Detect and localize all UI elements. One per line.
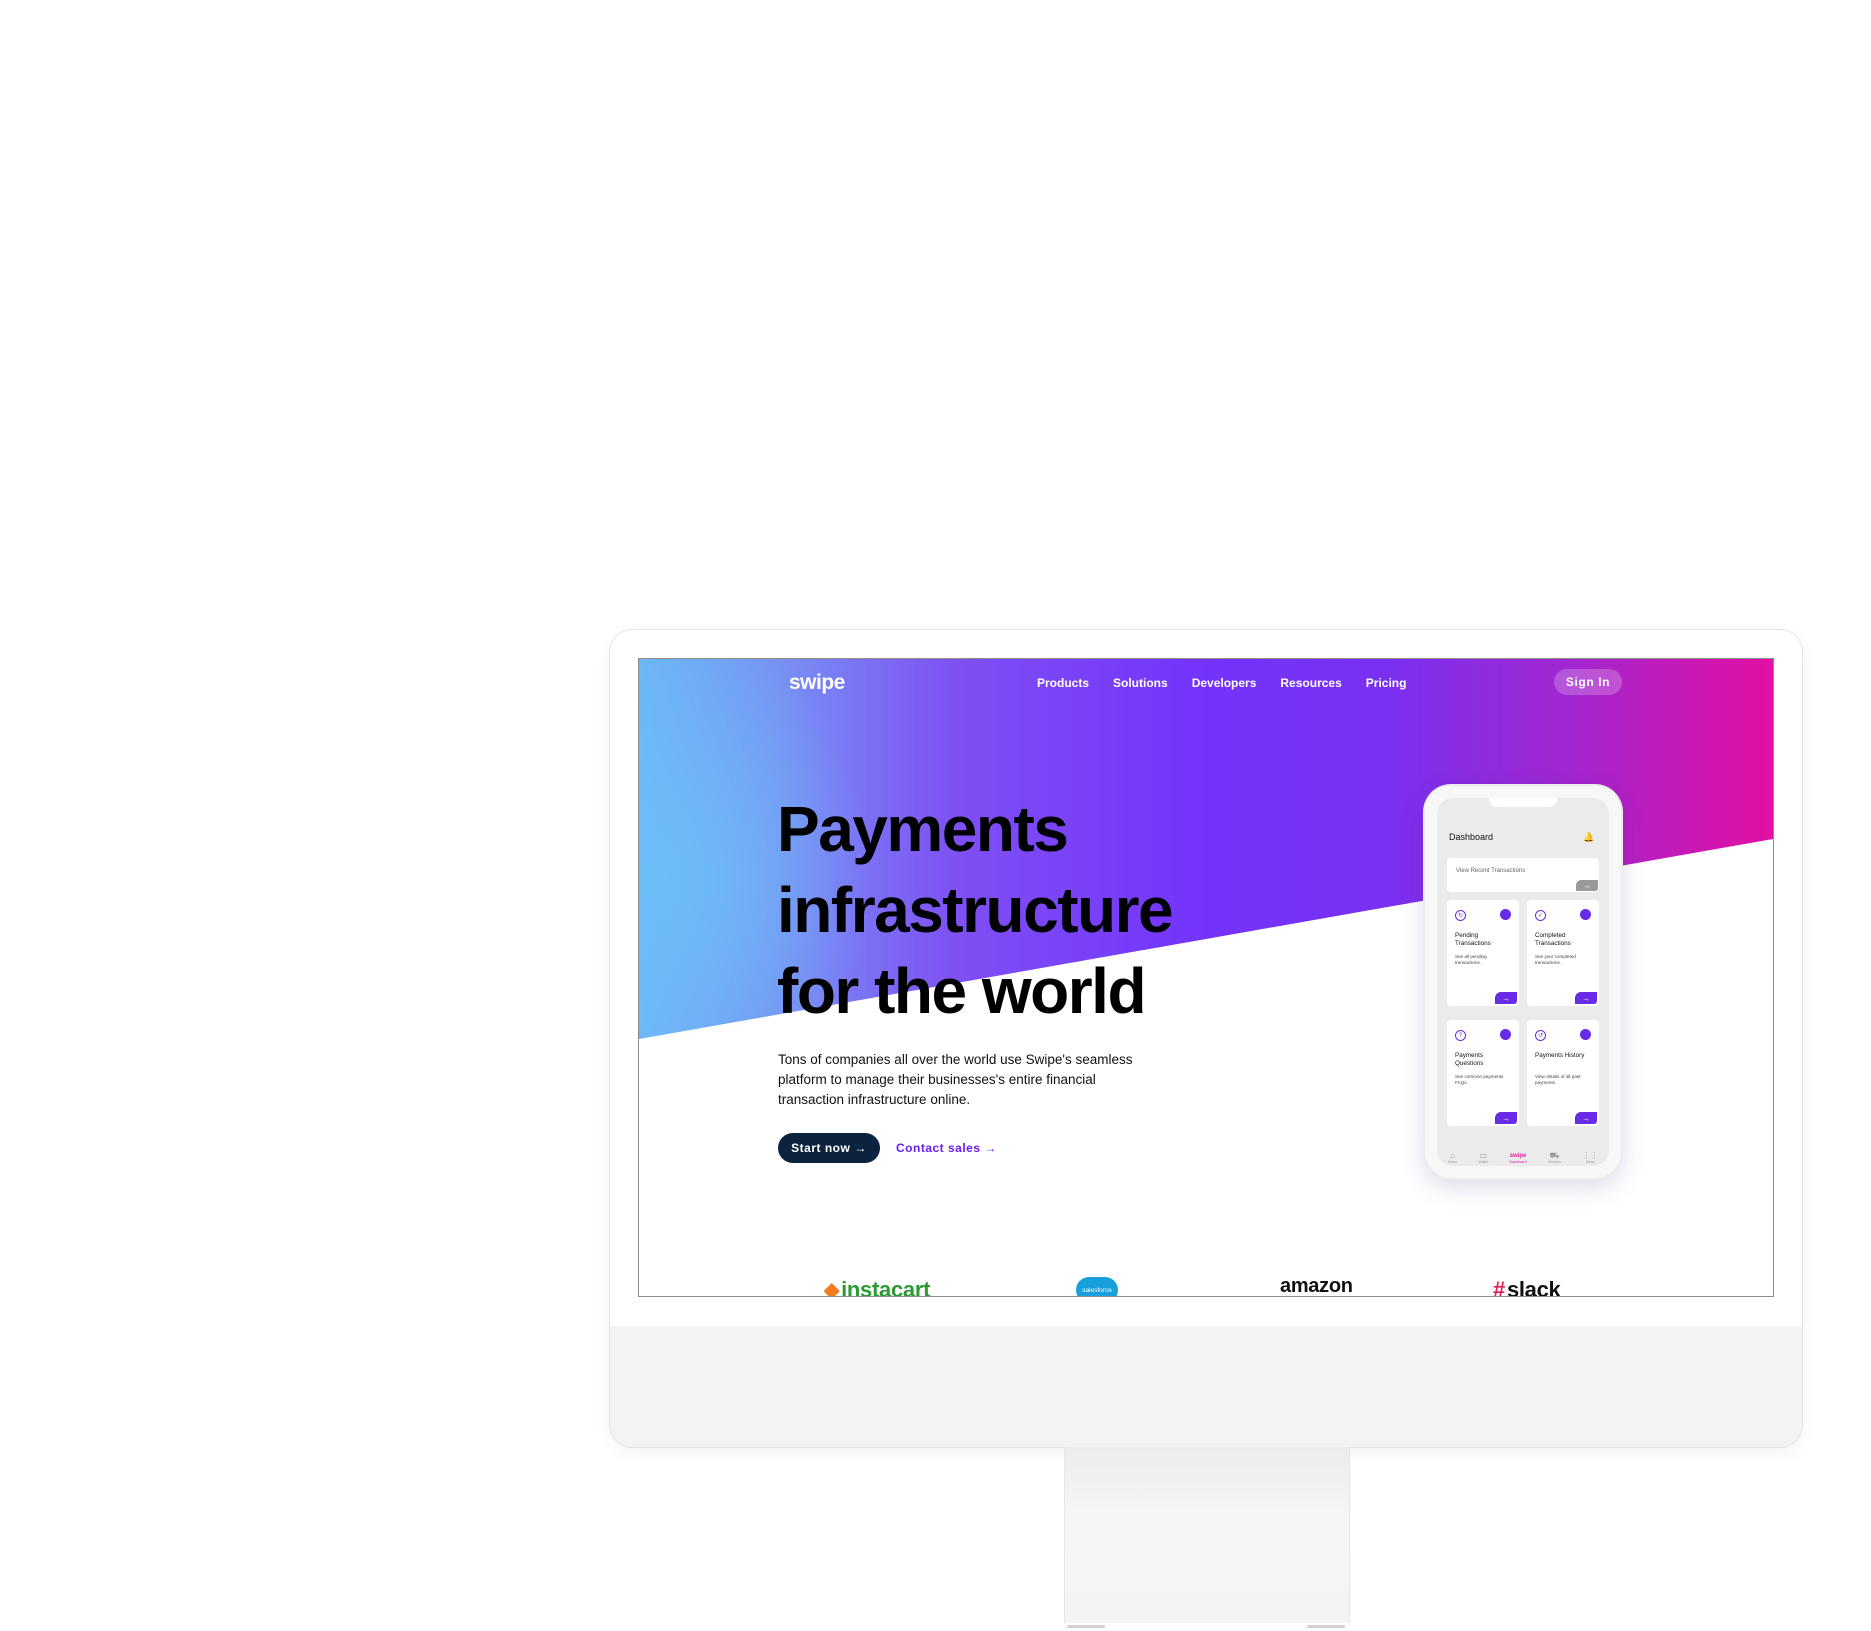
- nav-item-pricing[interactable]: Pricing: [1366, 676, 1407, 690]
- card-title: Payments History: [1535, 1052, 1585, 1059]
- instacart-logo: ⬥instacart: [824, 1277, 931, 1297]
- card-description: View details of all past payments.: [1535, 1074, 1581, 1085]
- history-icon: ↺: [1535, 1030, 1546, 1041]
- stand-foot-left: [1067, 1625, 1105, 1628]
- cart-icon: ⛟: [1549, 1151, 1560, 1160]
- card-description: See common payments FAQs.: [1455, 1074, 1504, 1085]
- phone-mockup: Dashboard 🔔 View Recent Transactions → ↻…: [1425, 786, 1621, 1178]
- tab-wallet[interactable]: ▭ Wallet: [1478, 1151, 1489, 1165]
- card-title: Pending Transactions: [1455, 932, 1491, 947]
- tab-label: Wallet: [1478, 1160, 1489, 1164]
- arrow-right-icon: →: [854, 1141, 867, 1155]
- card-completed-transactions[interactable]: ✓ Completed Transactions See your comple…: [1527, 900, 1599, 1006]
- grid-icon: ⋮⋮: [1582, 1151, 1599, 1160]
- info-dot-icon: [1500, 1029, 1511, 1040]
- card-title: Completed Transactions: [1535, 932, 1571, 947]
- nav-item-resources[interactable]: Resources: [1280, 676, 1341, 690]
- card-payments-questions[interactable]: ? Payments Questions See common payments…: [1447, 1020, 1519, 1126]
- phone-screen: Dashboard 🔔 View Recent Transactions → ↻…: [1437, 798, 1609, 1166]
- tab-label: Home: [1447, 1160, 1458, 1164]
- main-nav: Products Solutions Developers Resources …: [1037, 676, 1406, 690]
- tab-label: Dashboard: [1509, 1160, 1527, 1164]
- tab-menu[interactable]: ⋮⋮ Menu: [1582, 1151, 1599, 1165]
- card-payments-history[interactable]: ↺ Payments History View details of all p…: [1527, 1020, 1599, 1126]
- sign-in-button[interactable]: Sign In: [1554, 669, 1622, 695]
- slack-hash-icon: #: [1493, 1277, 1505, 1297]
- card-pending-transactions[interactable]: ↻ Pending Transactions See all pending t…: [1447, 900, 1519, 1006]
- carrot-icon: ⬥: [824, 1277, 840, 1297]
- card-description: See your completed transactions.: [1535, 954, 1576, 965]
- headline-line-2: infrastructure: [777, 874, 1174, 946]
- stand-foot-right: [1307, 1625, 1345, 1628]
- refresh-icon: ↻: [1455, 910, 1466, 921]
- info-dot-icon: [1580, 909, 1591, 920]
- tab-vendors[interactable]: ⛟ Vendors: [1548, 1151, 1561, 1165]
- headline-line-3: for the world: [777, 955, 1147, 1027]
- hero-subtitle: Tons of companies all over the world use…: [778, 1052, 1133, 1107]
- amazon-logo: amazon: [1280, 1275, 1353, 1297]
- arrow-right-icon[interactable]: →: [1495, 992, 1517, 1004]
- info-dot-icon: [1500, 909, 1511, 920]
- card-description: See all pending transactions.: [1455, 954, 1487, 965]
- slack-wordmark: slack: [1506, 1277, 1561, 1297]
- monitor-screen: swipe Products Solutions Developers Reso…: [638, 658, 1774, 1297]
- swipe-tab-logo: swipe: [1509, 1153, 1527, 1159]
- info-dot-icon: [1580, 1029, 1591, 1040]
- recent-transactions-card[interactable]: View Recent Transactions →: [1447, 858, 1599, 892]
- recent-transactions-label: View Recent Transactions: [1456, 868, 1526, 874]
- monitor-bezel: swipe Products Solutions Developers Reso…: [610, 630, 1802, 1326]
- card-title: Payments Questions: [1455, 1052, 1484, 1067]
- question-icon: ?: [1455, 1030, 1466, 1041]
- arrow-right-icon[interactable]: →: [1575, 992, 1597, 1004]
- nav-item-solutions[interactable]: Solutions: [1113, 676, 1168, 690]
- home-icon: ⌂: [1449, 1151, 1455, 1160]
- arrow-right-icon: →: [984, 1141, 998, 1155]
- instacart-wordmark: instacart: [841, 1277, 931, 1297]
- start-now-button[interactable]: Start now →: [778, 1133, 880, 1163]
- tab-label: Menu: [1585, 1160, 1595, 1164]
- hero-headline: Payments infrastructure for the world: [777, 789, 1297, 1032]
- arrow-right-icon[interactable]: →: [1495, 1112, 1517, 1124]
- check-icon: ✓: [1535, 910, 1546, 921]
- dashboard-title: Dashboard: [1449, 832, 1494, 842]
- arrow-right-icon[interactable]: →: [1575, 1112, 1597, 1124]
- tab-home[interactable]: ⌂ Home: [1447, 1151, 1458, 1165]
- phone-notch: [1489, 798, 1557, 807]
- headline-line-1: Payments: [777, 793, 1069, 865]
- arrow-right-icon[interactable]: →: [1576, 880, 1598, 891]
- monitor-stand: [1064, 1447, 1350, 1623]
- monitor-body: swipe Products Solutions Developers Reso…: [610, 630, 1802, 1447]
- tab-label: Vendors: [1548, 1160, 1561, 1164]
- slack-logo: #slack: [1493, 1277, 1561, 1297]
- contact-sales-label: Contact sales: [896, 1141, 981, 1155]
- bell-icon[interactable]: 🔔: [1583, 832, 1594, 843]
- start-now-label: Start now: [791, 1141, 851, 1155]
- phone-tab-bar: ⌂ Home ▭ Wallet swipe Dashboard ⛟ Vendor…: [1437, 1150, 1609, 1166]
- salesforce-logo: salesforce: [1076, 1277, 1118, 1296]
- swipe-logo[interactable]: swipe: [789, 671, 845, 695]
- tab-dashboard[interactable]: swipe Dashboard: [1509, 1152, 1526, 1164]
- wallet-icon: ▭: [1479, 1151, 1488, 1160]
- nav-item-products[interactable]: Products: [1037, 676, 1089, 690]
- contact-sales-link[interactable]: Contact sales →: [896, 1133, 997, 1163]
- nav-item-developers[interactable]: Developers: [1192, 676, 1257, 690]
